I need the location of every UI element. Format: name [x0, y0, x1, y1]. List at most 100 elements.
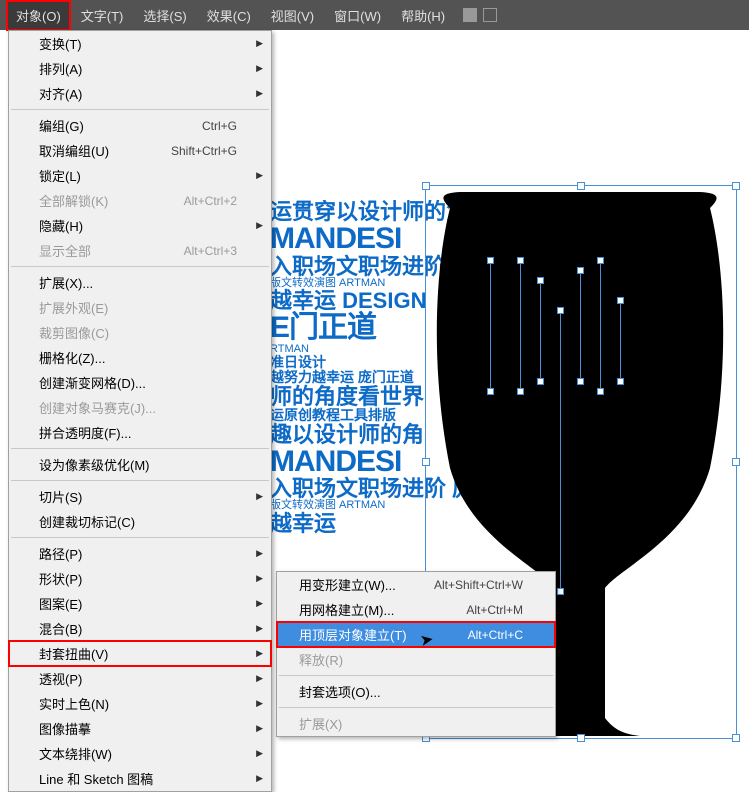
menu-shortcut: Alt+Shift+Ctrl+W	[434, 578, 537, 592]
menu-shortcut: Alt+Ctrl+C	[468, 628, 537, 642]
menu-item-label: 混合(B)	[39, 619, 82, 638]
menu-view[interactable]: 视图(V)	[261, 0, 324, 31]
menu-item[interactable]: 隐藏(H)	[9, 213, 271, 238]
menu-item[interactable]: 锁定(L)	[9, 163, 271, 188]
menu-separator	[279, 675, 553, 676]
menu-item-label: 封套扭曲(V)	[39, 644, 108, 663]
menu-item: 全部解锁(K) Alt+Ctrl+2	[9, 188, 271, 213]
menu-item[interactable]: 图像描摹	[9, 716, 271, 741]
menu-item[interactable]: 封套扭曲(V)	[9, 641, 271, 666]
menu-separator	[11, 448, 269, 449]
menu-item-label: 显示全部	[39, 241, 91, 260]
menu-select[interactable]: 选择(S)	[133, 0, 196, 31]
menu-item-label: 图案(E)	[39, 594, 82, 613]
menu-item-label: Line 和 Sketch 图稿	[39, 769, 153, 788]
menu-item[interactable]: 排列(A)	[9, 56, 271, 81]
menu-item[interactable]: 创建裁切标记(C)	[9, 509, 271, 534]
menu-shortcut: Ctrl+G	[202, 119, 251, 133]
menu-item-label: 裁剪图像(C)	[39, 323, 109, 342]
menu-separator	[11, 480, 269, 481]
view-mode-fill-icon[interactable]	[463, 8, 477, 22]
menu-item: 扩展外观(E)	[9, 295, 271, 320]
menu-item-label: 路径(P)	[39, 544, 82, 563]
submenu-item[interactable]: 用顶层对象建立(T) Alt+Ctrl+C	[277, 622, 555, 647]
menu-item-label: 透视(P)	[39, 669, 82, 688]
menu-separator	[279, 707, 553, 708]
menu-item-label: 拼合透明度(F)...	[39, 423, 131, 442]
menu-object[interactable]: 对象(O)	[6, 0, 71, 31]
menu-item[interactable]: 拼合透明度(F)...	[9, 420, 271, 445]
menu-item-label: 扩展(X)	[299, 714, 342, 733]
menu-item-label: 排列(A)	[39, 59, 82, 78]
selection-handle[interactable]	[422, 182, 430, 190]
menu-item-label: 锁定(L)	[39, 166, 81, 185]
menu-window[interactable]: 窗口(W)	[324, 0, 391, 31]
menu-item-label: 隐藏(H)	[39, 216, 83, 235]
menu-item[interactable]: 实时上色(N)	[9, 691, 271, 716]
menu-item-label: 全部解锁(K)	[39, 191, 108, 210]
menu-separator	[11, 266, 269, 267]
menu-item-label: 编组(G)	[39, 116, 84, 135]
menu-item[interactable]: 路径(P)	[9, 541, 271, 566]
menu-item[interactable]: 透视(P)	[9, 666, 271, 691]
menu-item-label: 对齐(A)	[39, 84, 82, 103]
menu-item[interactable]: 切片(S)	[9, 484, 271, 509]
menu-shortcut: Alt+Ctrl+M	[466, 603, 537, 617]
menu-item-label: 封套选项(O)...	[299, 682, 381, 701]
menu-item-label: 创建渐变网格(D)...	[39, 373, 146, 392]
menu-item-label: 栅格化(Z)...	[39, 348, 105, 367]
menu-item-label: 设为像素级优化(M)	[39, 455, 150, 474]
menu-item[interactable]: 变换(T)	[9, 31, 271, 56]
menu-item-label: 变换(T)	[39, 34, 82, 53]
menu-item-label: 形状(P)	[39, 569, 82, 588]
menu-item-label: 文本绕排(W)	[39, 744, 112, 763]
menu-item[interactable]: 编组(G) Ctrl+G	[9, 113, 271, 138]
menu-item-label: 用网格建立(M)...	[299, 600, 394, 619]
submenu-item[interactable]: 用变形建立(W)... Alt+Shift+Ctrl+W	[277, 572, 555, 597]
menu-item[interactable]: 混合(B)	[9, 616, 271, 641]
menu-help[interactable]: 帮助(H)	[391, 0, 455, 31]
menubar: 对象(O) 文字(T) 选择(S) 效果(C) 视图(V) 窗口(W) 帮助(H…	[0, 0, 749, 30]
envelope-distort-submenu: 用变形建立(W)... Alt+Shift+Ctrl+W 用网格建立(M)... Al…	[276, 571, 556, 737]
menu-item-label: 用顶层对象建立(T)	[299, 625, 407, 644]
submenu-item[interactable]: 用网格建立(M)... Alt+Ctrl+M	[277, 597, 555, 622]
menu-separator	[11, 537, 269, 538]
submenu-item: 释放(R)	[277, 647, 555, 672]
menu-item[interactable]: Line 和 Sketch 图稿	[9, 766, 271, 791]
submenu-item[interactable]: 封套选项(O)...	[277, 679, 555, 704]
menu-item-label: 取消编组(U)	[39, 141, 109, 160]
menu-item: 创建对象马赛克(J)...	[9, 395, 271, 420]
menu-item-label: 释放(R)	[299, 650, 343, 669]
view-mode-outline-icon[interactable]	[483, 8, 497, 22]
submenu-item: 扩展(X)	[277, 711, 555, 736]
menu-item: 显示全部 Alt+Ctrl+3	[9, 238, 271, 263]
selection-handle[interactable]	[732, 182, 740, 190]
menu-shortcut: Alt+Ctrl+3	[184, 244, 251, 258]
menu-shortcut: Shift+Ctrl+G	[171, 144, 251, 158]
menu-item-label: 创建裁切标记(C)	[39, 512, 135, 531]
menu-item[interactable]: 形状(P)	[9, 566, 271, 591]
view-mode-icons	[463, 8, 497, 22]
menu-item-label: 图像描摹	[39, 719, 91, 738]
menu-item[interactable]: 图案(E)	[9, 591, 271, 616]
menu-item[interactable]: 扩展(X)...	[9, 270, 271, 295]
menu-type[interactable]: 文字(T)	[71, 0, 134, 31]
menu-item[interactable]: 栅格化(Z)...	[9, 345, 271, 370]
menu-item[interactable]: 取消编组(U) Shift+Ctrl+G	[9, 138, 271, 163]
menu-effect[interactable]: 效果(C)	[197, 0, 261, 31]
menu-item[interactable]: 对齐(A)	[9, 81, 271, 106]
menu-item-label: 扩展外观(E)	[39, 298, 108, 317]
selection-handle[interactable]	[732, 458, 740, 466]
menu-item-label: 用变形建立(W)...	[299, 575, 396, 594]
menu-separator	[11, 109, 269, 110]
menu-item[interactable]: 设为像素级优化(M)	[9, 452, 271, 477]
menu-item[interactable]: 文本绕排(W)	[9, 741, 271, 766]
menu-item-label: 扩展(X)...	[39, 273, 93, 292]
menu-item-label: 创建对象马赛克(J)...	[39, 398, 156, 417]
menu-item: 裁剪图像(C)	[9, 320, 271, 345]
selection-handle[interactable]	[732, 734, 740, 742]
menu-item[interactable]: 创建渐变网格(D)...	[9, 370, 271, 395]
menu-item-label: 实时上色(N)	[39, 694, 109, 713]
menu-shortcut: Alt+Ctrl+2	[184, 194, 251, 208]
menu-item-label: 切片(S)	[39, 487, 82, 506]
